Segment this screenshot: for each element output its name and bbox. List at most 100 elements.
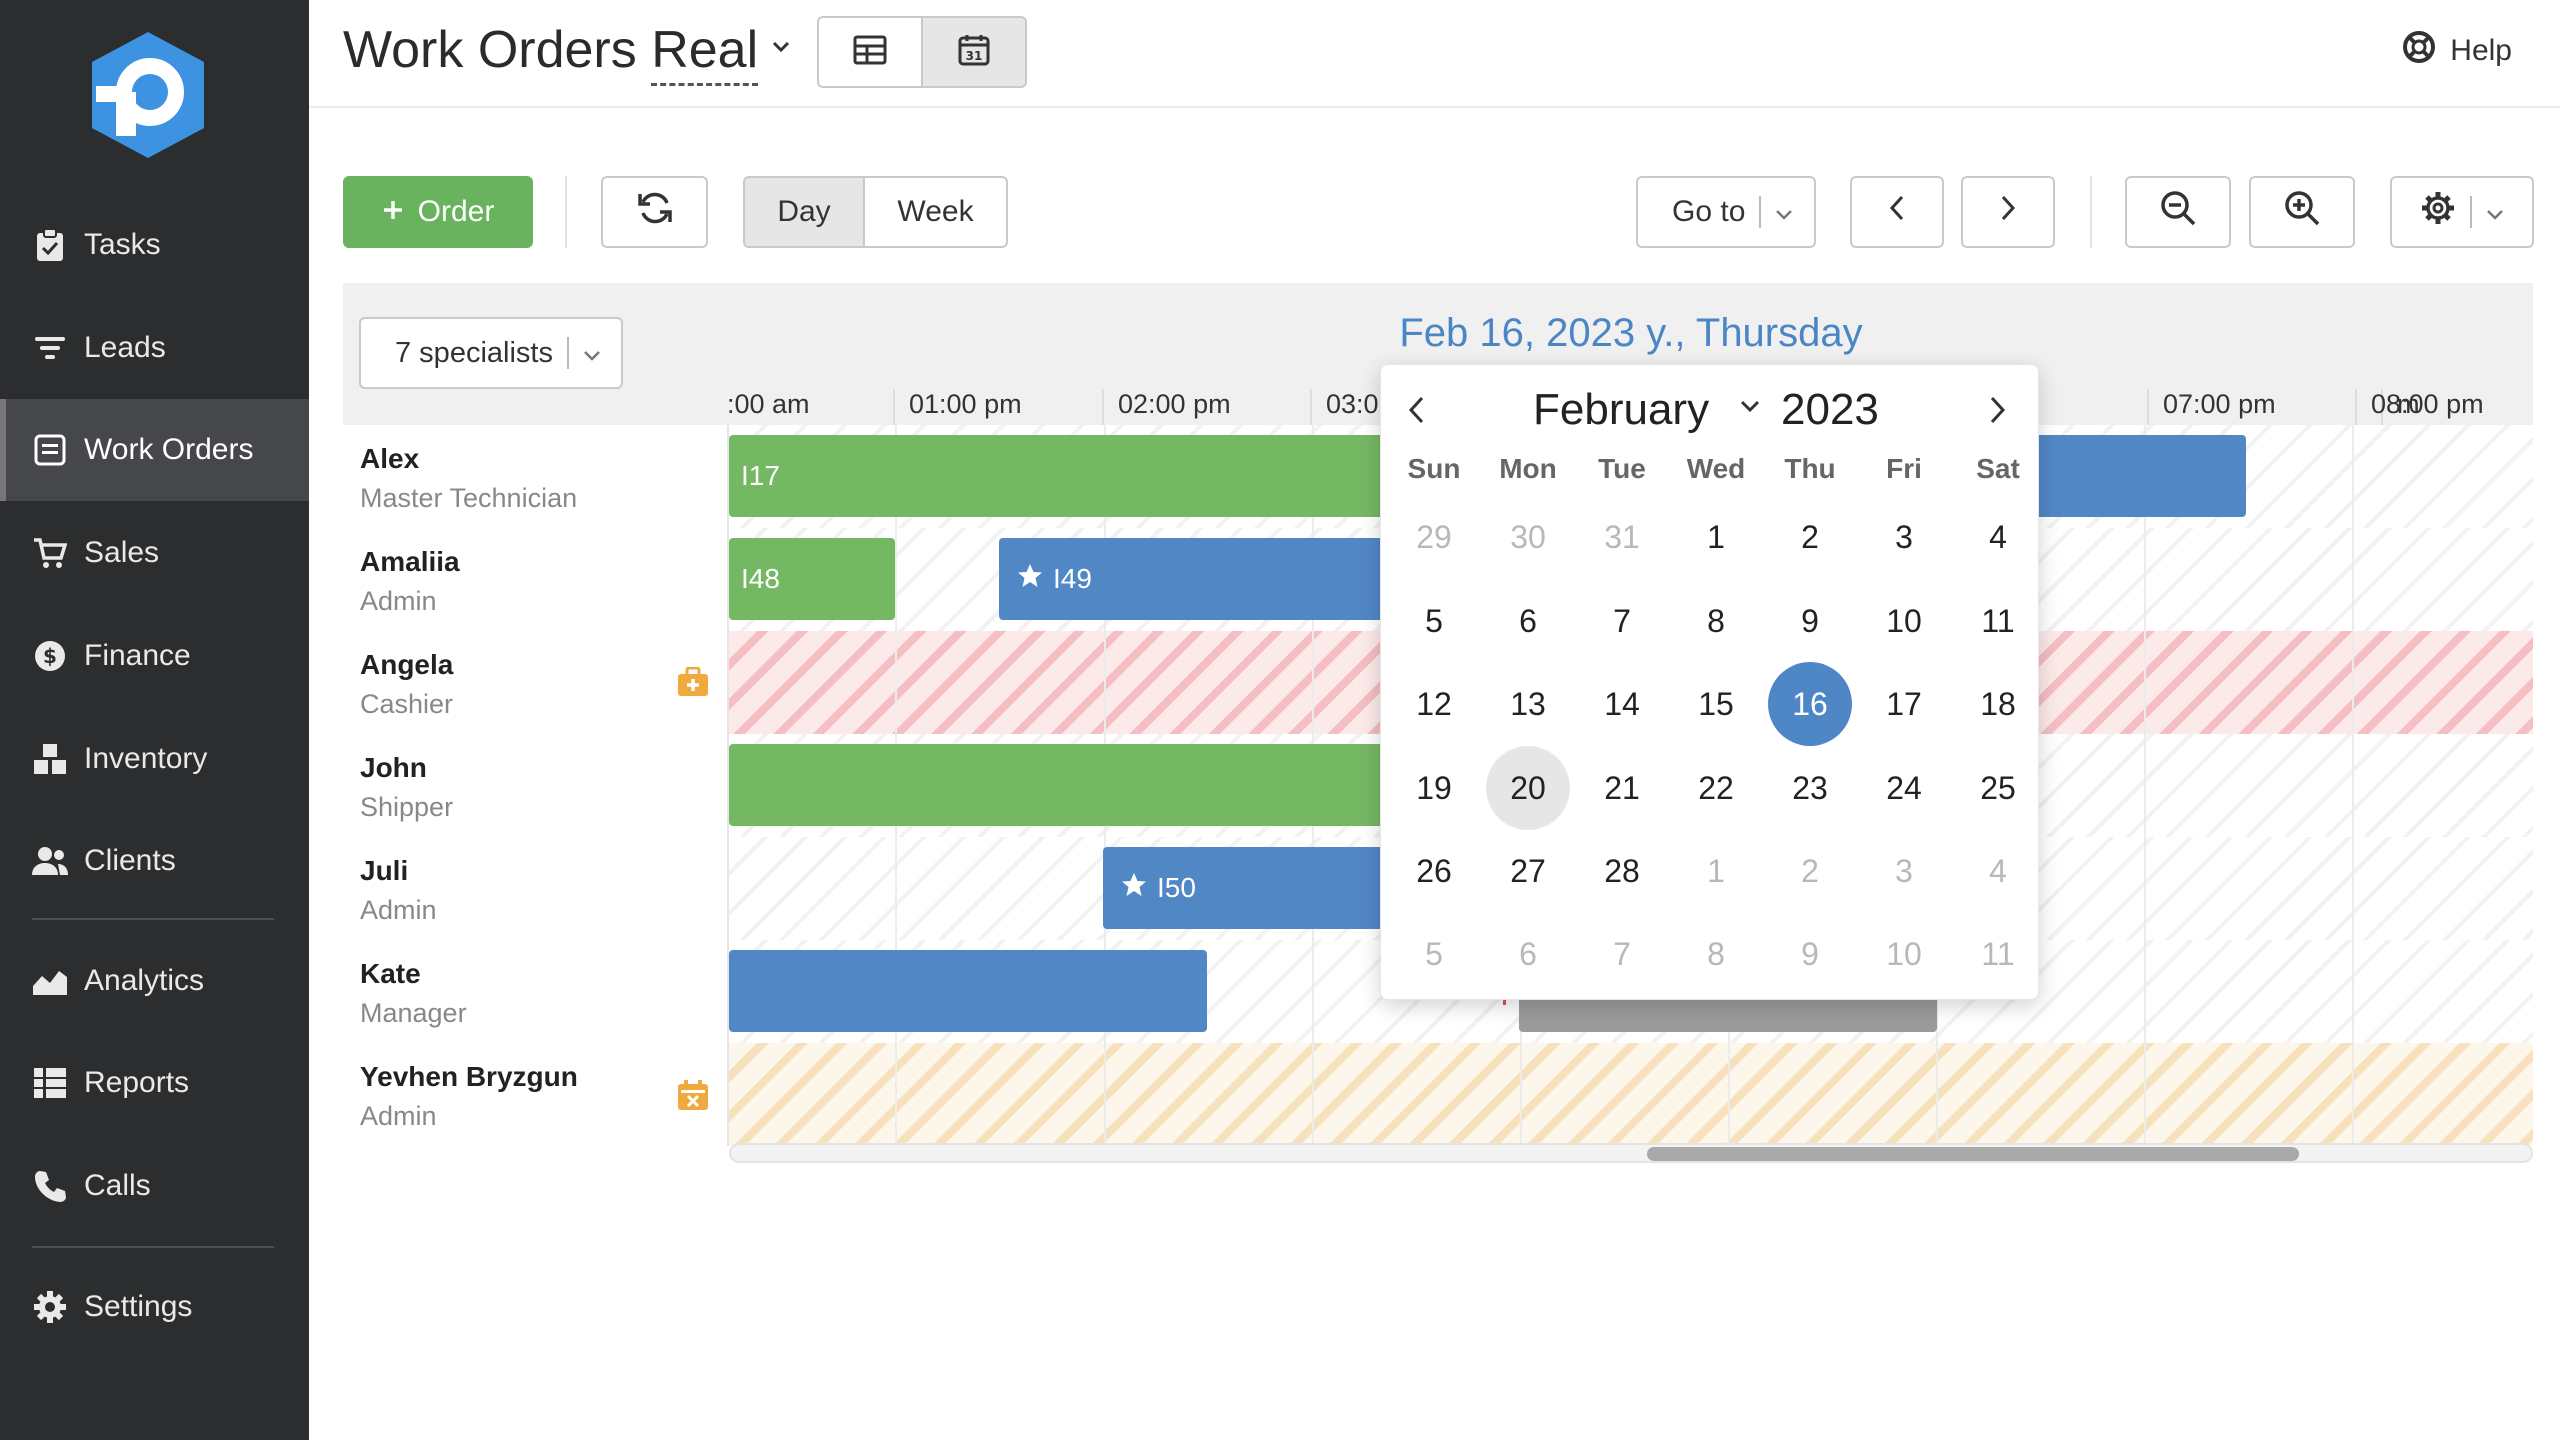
calendar-day[interactable]: 9 xyxy=(1768,579,1852,663)
sidebar-item-work-orders[interactable]: Work Orders xyxy=(0,399,309,501)
work-order-event[interactable]: I48 xyxy=(729,538,895,620)
calendar-day[interactable]: 7 xyxy=(1580,579,1664,663)
calendar-day[interactable]: 22 xyxy=(1674,746,1758,830)
cart-icon xyxy=(32,535,68,571)
dollar-icon: $ xyxy=(32,638,68,674)
calendar-day[interactable]: 19 xyxy=(1392,746,1476,830)
sidebar-item-settings[interactable]: Settings xyxy=(0,1256,309,1358)
calendar-day[interactable]: 15 xyxy=(1674,662,1758,746)
calendar-day[interactable]: 8 xyxy=(1674,579,1758,663)
chevron-down-icon[interactable] xyxy=(771,40,791,59)
calendar-day[interactable]: 2 xyxy=(1768,829,1852,913)
resource-cell[interactable]: Yevhen Bryzgun Admin xyxy=(343,1043,729,1146)
calendar-day[interactable]: 4 xyxy=(1956,829,2040,913)
sidebar-item-inventory[interactable]: Inventory xyxy=(0,708,309,810)
sidebar-item-analytics[interactable]: Analytics xyxy=(0,930,309,1032)
clipboard-icon xyxy=(32,227,68,263)
calendar-day[interactable]: 24 xyxy=(1862,746,1946,830)
calendar-day[interactable]: 4 xyxy=(1956,495,2040,579)
sidebar-item-clients[interactable]: Clients xyxy=(0,810,309,912)
calendar-day[interactable]: 23 xyxy=(1768,746,1852,830)
calendar-day[interactable]: 20 xyxy=(1486,746,1570,830)
resource-name: Angela xyxy=(360,649,454,680)
work-order-event[interactable] xyxy=(729,950,1207,1032)
hour-label: :00 am xyxy=(727,389,810,419)
day-button[interactable]: Day xyxy=(745,178,865,246)
calendar-day[interactable]: 13 xyxy=(1486,662,1570,746)
prev-day-button[interactable] xyxy=(1850,176,1944,248)
calendar-view-button[interactable]: 31 xyxy=(921,18,1025,86)
chevron-down-icon[interactable] xyxy=(1739,399,1761,418)
calendar-day[interactable]: 6 xyxy=(1486,579,1570,663)
timeline-lane-day-off[interactable] xyxy=(729,1043,2533,1146)
calendar-day[interactable]: 14 xyxy=(1580,662,1664,746)
hour-label: 07:00 pm xyxy=(2147,389,2276,425)
calendar-day[interactable]: 3 xyxy=(1862,829,1946,913)
calendar-day[interactable]: 12 xyxy=(1392,662,1476,746)
calendar-day[interactable]: 1 xyxy=(1674,829,1758,913)
year-selector[interactable]: 2023 xyxy=(1781,385,1879,435)
help-link[interactable]: Help xyxy=(2402,30,2512,72)
plus-icon xyxy=(382,195,404,229)
view-selector[interactable]: Real xyxy=(651,21,759,86)
zoom-out-button[interactable] xyxy=(2125,176,2231,248)
calendar-day[interactable]: 25 xyxy=(1956,746,2040,830)
goto-dropdown[interactable]: Go to xyxy=(1636,176,1816,248)
scrollbar-thumb[interactable] xyxy=(1647,1147,2299,1161)
sidebar-item-label: Calls xyxy=(84,1169,151,1202)
sidebar-item-reports[interactable]: Reports xyxy=(0,1032,309,1134)
refresh-button[interactable] xyxy=(601,176,708,248)
current-date-label[interactable]: Feb 16, 2023 y., Thursday xyxy=(729,311,2533,356)
calendar-day[interactable]: 30 xyxy=(1486,495,1570,579)
calendar-day[interactable]: 21 xyxy=(1580,746,1664,830)
month-selector[interactable]: February xyxy=(1533,385,1709,435)
dropdown-divider xyxy=(2470,196,2472,228)
settings-dropdown[interactable] xyxy=(2390,176,2534,248)
calendar-day[interactable]: 31 xyxy=(1580,495,1664,579)
calendar-day[interactable]: 17 xyxy=(1862,662,1946,746)
calendar-day[interactable]: 5 xyxy=(1392,579,1476,663)
calendar-day[interactable]: 26 xyxy=(1392,829,1476,913)
sidebar-item-finance[interactable]: $ Finance xyxy=(0,605,309,707)
app-logo[interactable] xyxy=(88,30,208,160)
calendar-day[interactable]: 10 xyxy=(1862,579,1946,663)
calendar-day[interactable]: 3 xyxy=(1862,495,1946,579)
calendar-day[interactable]: 29 xyxy=(1392,495,1476,579)
calendar-day[interactable]: 5 xyxy=(1392,912,1476,996)
resource-cell[interactable]: Angela Cashier xyxy=(343,631,729,734)
resource-cell[interactable]: John Shipper xyxy=(343,734,729,837)
calendar-day[interactable]: 27 xyxy=(1486,829,1570,913)
sidebar-item-tasks[interactable]: Tasks xyxy=(0,194,309,296)
calendar-day[interactable]: 9 xyxy=(1768,912,1852,996)
calendar-day[interactable]: 11 xyxy=(1956,579,2040,663)
calendar-day[interactable]: 16 xyxy=(1768,662,1852,746)
specialists-dropdown[interactable]: 7 specialists xyxy=(359,317,623,389)
resource-cell[interactable]: Alex Master Technician xyxy=(343,425,729,528)
calendar-day[interactable]: 7 xyxy=(1580,912,1664,996)
calendar-day[interactable]: 28 xyxy=(1580,829,1664,913)
table-view-button[interactable] xyxy=(819,18,921,86)
add-order-button[interactable]: Order xyxy=(343,176,533,248)
calendar-day[interactable]: 18 xyxy=(1956,662,2040,746)
calendar-day[interactable]: 10 xyxy=(1862,912,1946,996)
calendar-day[interactable]: 11 xyxy=(1956,912,2040,996)
zoom-in-button[interactable] xyxy=(2249,176,2355,248)
calendar-day[interactable]: 2 xyxy=(1768,495,1852,579)
hour-label: 03:0 xyxy=(1310,389,1379,425)
resource-cell[interactable]: Juli Admin xyxy=(343,837,729,940)
resource-cell[interactable]: Amaliia Admin xyxy=(343,528,729,631)
calendar-day[interactable]: 8 xyxy=(1674,912,1758,996)
lifebuoy-icon xyxy=(2402,30,2450,72)
resource-name: Kate xyxy=(360,958,421,989)
sidebar-item-calls[interactable]: Calls xyxy=(0,1135,309,1237)
next-month-button[interactable] xyxy=(1987,395,2007,430)
next-day-button[interactable] xyxy=(1961,176,2055,248)
horizontal-scrollbar[interactable] xyxy=(729,1143,2533,1163)
week-button[interactable]: Week xyxy=(865,178,1006,246)
calendar-day[interactable]: 1 xyxy=(1674,495,1758,579)
sidebar-item-sales[interactable]: Sales xyxy=(0,502,309,604)
calendar-day[interactable]: 6 xyxy=(1486,912,1570,996)
sidebar-item-leads[interactable]: Leads xyxy=(0,297,309,399)
prev-month-button[interactable] xyxy=(1407,395,1427,430)
resource-cell[interactable]: Kate Manager xyxy=(343,940,729,1043)
